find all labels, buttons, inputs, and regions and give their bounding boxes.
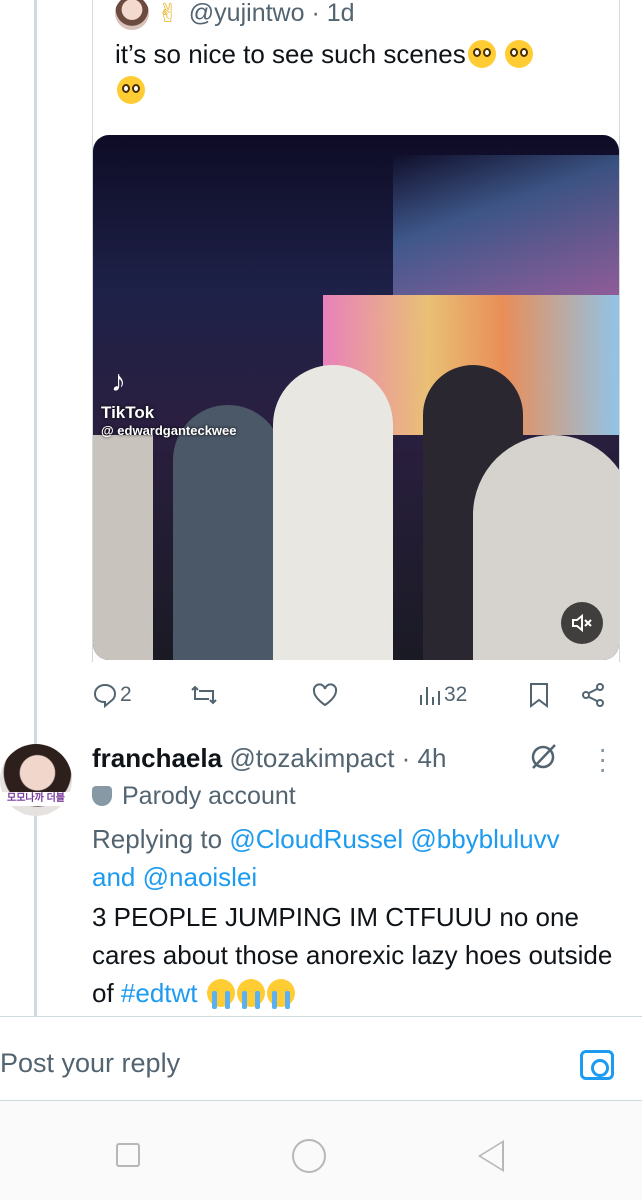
- divider: [0, 1016, 642, 1017]
- reply-icon: [93, 683, 117, 708]
- pleading-face-icon: [504, 40, 533, 68]
- quoted-tweet-text: it’s so nice to see such scenes: [115, 36, 595, 108]
- reply-handle[interactable]: @tozakimpact: [229, 743, 394, 773]
- reply-avatar[interactable]: 모모나까 더블: [0, 744, 72, 816]
- parody-badge: Parody account: [92, 778, 296, 814]
- more-icon[interactable]: · · ·: [598, 735, 607, 783]
- grok-icon[interactable]: [528, 740, 560, 780]
- back-button[interactable]: [478, 1140, 504, 1172]
- reply-input[interactable]: Post your reply: [0, 1048, 180, 1079]
- tiktok-username: @ edwardganteckwee: [101, 423, 237, 438]
- crying-face-icon: [206, 979, 235, 1009]
- share-icon: [582, 683, 604, 707]
- video-player[interactable]: ♪ TikTok @ edwardganteckwee: [93, 135, 619, 660]
- views-button[interactable]: 32: [418, 683, 467, 707]
- mention-link[interactable]: @naoislei: [143, 862, 258, 892]
- reply-button[interactable]: 2: [92, 682, 132, 708]
- stage-lights: [393, 155, 619, 295]
- tiktok-watermark: TikTok: [101, 403, 155, 422]
- mention-and: and: [92, 862, 136, 892]
- crying-face-icon: [266, 979, 295, 1009]
- quoted-tweet-header: ✌ @yujintwo · 1d: [115, 0, 355, 30]
- hashtag-link[interactable]: #edtwt: [121, 978, 198, 1008]
- home-button[interactable]: [292, 1139, 326, 1173]
- like-button[interactable]: [312, 683, 338, 707]
- mention-link[interactable]: @CloudRussel: [229, 824, 403, 854]
- crowd: [273, 365, 393, 660]
- crying-face-icon: [236, 979, 265, 1009]
- reply-display-name[interactable]: franchaela: [92, 743, 222, 773]
- camera-icon[interactable]: [580, 1050, 614, 1080]
- bookmark-icon: [530, 683, 548, 708]
- mention-link[interactable]: @bbybluluvv: [410, 824, 559, 854]
- pleading-face-icon: [117, 76, 145, 104]
- crowd: [173, 405, 283, 660]
- bookmark-button[interactable]: [528, 682, 550, 708]
- retweet-button[interactable]: [190, 683, 218, 707]
- reply-header: franchaela @tozakimpact · 4h: [92, 740, 446, 776]
- tiktok-logo-icon: ♪: [111, 365, 126, 398]
- replying-to: Replying to @CloudRussel @bbybluluvv and…: [92, 824, 560, 892]
- reply-text: 3 PEOPLE JUMPING IM CTFUUU no one cares …: [92, 902, 613, 1009]
- like-icon: [312, 683, 338, 707]
- quoted-avatar[interactable]: [115, 0, 149, 30]
- quoted-handle[interactable]: @yujintwo · 1d: [189, 0, 355, 28]
- reply-count: 2: [120, 683, 132, 706]
- parody-mask-icon: [92, 786, 112, 806]
- reply-time: · 4h: [401, 743, 447, 773]
- crowd: [93, 435, 153, 660]
- avatar-caption: 모모나까 더블: [0, 792, 72, 806]
- retweet-icon: [191, 685, 217, 705]
- peace-hand-icon: ✌: [157, 0, 179, 28]
- recent-apps-button[interactable]: [116, 1143, 140, 1167]
- thread-line: [34, 0, 37, 1016]
- views-icon: [420, 687, 440, 705]
- pleading-face-icon: [467, 40, 496, 68]
- view-count: 32: [444, 683, 468, 706]
- mute-icon[interactable]: [561, 602, 603, 644]
- share-button[interactable]: [580, 682, 606, 708]
